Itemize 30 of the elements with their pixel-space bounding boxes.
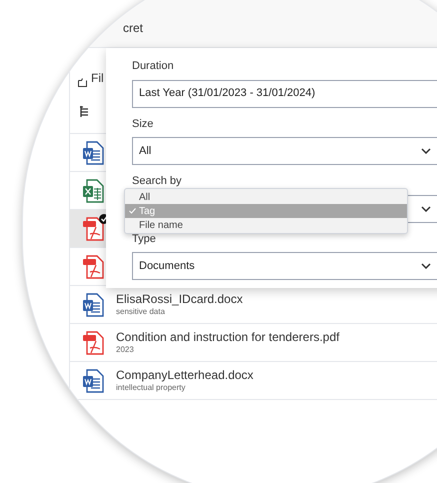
file-tag: sensitive data [116,307,243,317]
folder-icon [78,78,87,87]
check-icon [128,208,136,214]
file-name: Condition and instruction for tenderers.pdf [116,330,340,345]
pdf-document-icon [82,254,104,278]
filter-label: Type [132,232,157,246]
filter-label: Search by [132,174,183,189]
file-tag: 2023 [116,345,340,355]
spreadsheet-icon [82,178,104,202]
chevron-down-icon [421,148,431,154]
header-title: cret [123,20,144,37]
select-field[interactable]: Documents [132,252,437,280]
filter-label: Size [132,116,154,132]
chevron-down-icon [421,263,431,269]
dropdown-option[interactable]: File name [125,218,407,232]
files-label: Fil [91,70,104,87]
word-document-icon [82,292,104,316]
file-tag: intellectual property [116,383,254,393]
word-document-icon [82,368,104,392]
chevron-down-icon [421,206,431,212]
dropdown-option[interactable]: All [125,190,407,204]
pdf-document-icon [82,330,104,354]
select-field[interactable]: All [132,137,437,165]
filter-label: Duration [132,59,175,74]
duration-field[interactable]: Last Year (31/01/2023 - 31/01/2024) [132,80,437,108]
tree-view-icon [80,106,89,117]
file-name: ElisaRossi_IDcard.docx [116,292,243,307]
file-name: CompanyLetterhead.docx [116,368,254,383]
word-document-icon [82,140,104,164]
pdf-document-icon [82,216,104,240]
